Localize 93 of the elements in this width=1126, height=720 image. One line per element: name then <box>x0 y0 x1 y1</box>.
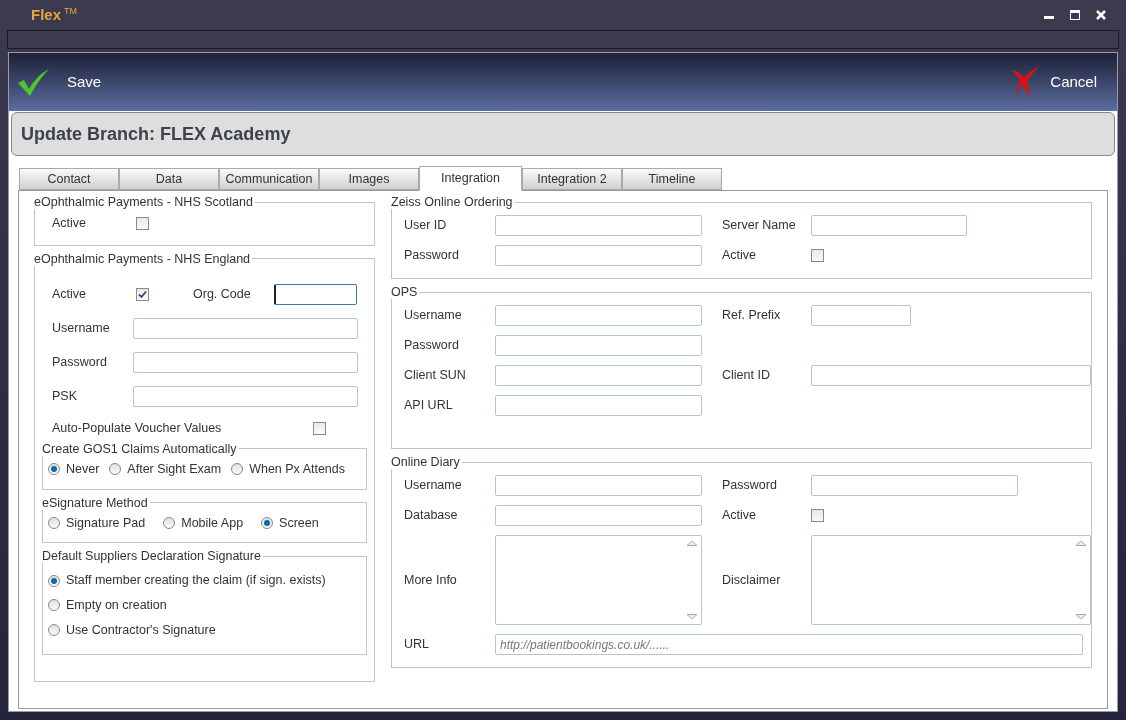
radio-button[interactable] <box>163 516 176 529</box>
scroll-down-icon[interactable] <box>1075 614 1087 620</box>
field-label: Password <box>404 337 460 355</box>
radio-button[interactable] <box>48 624 60 637</box>
text-field[interactable] <box>495 215 702 236</box>
radio-button[interactable] <box>231 463 244 476</box>
tab[interactable]: Contact <box>19 168 119 190</box>
page-title: Update Branch: FLEX Academy <box>21 122 291 146</box>
text-field[interactable] <box>495 305 702 326</box>
field-label: Password <box>52 354 108 372</box>
maximize-icon[interactable] <box>1070 10 1080 20</box>
group-title: Zeiss Online Ordering <box>391 195 514 209</box>
field-label: Auto-Populate Voucher Values <box>52 420 223 438</box>
field-label: URL <box>404 636 430 654</box>
group-title: Online Diary <box>391 455 461 469</box>
radio-label: Signature Pad <box>66 514 146 532</box>
checkbox[interactable] <box>811 249 824 262</box>
app-title: Flex <box>31 4 61 25</box>
checkbox[interactable] <box>313 422 326 436</box>
cancel-button[interactable]: Cancel <box>1010 66 1109 98</box>
text-field[interactable] <box>133 318 358 340</box>
radio-label: Empty on creation <box>66 597 167 614</box>
scroll-up-icon[interactable] <box>1075 540 1087 546</box>
radio-button[interactable] <box>48 516 60 529</box>
scroll-up-icon[interactable] <box>686 540 698 546</box>
field-label: Username <box>404 477 463 495</box>
group-title: Default Suppliers Declaration Signature <box>42 549 262 564</box>
tab[interactable]: Images <box>319 168 419 190</box>
radio-button[interactable] <box>261 516 274 529</box>
text-field[interactable] <box>495 245 702 266</box>
tab[interactable]: Integration 2 <box>522 168 622 190</box>
radio-label: Use Contractor's Signature <box>66 621 216 639</box>
field-label: Database <box>404 507 459 525</box>
scroll-down-icon[interactable] <box>686 614 698 620</box>
text-field[interactable] <box>133 386 358 408</box>
field-label: Username <box>404 307 463 325</box>
checkbox[interactable] <box>136 216 149 230</box>
text-field[interactable] <box>495 505 702 526</box>
field-label: Active <box>722 247 758 265</box>
field-label: Client ID <box>722 367 771 385</box>
field-label: Username <box>52 320 111 338</box>
group-title: eOphthalmic Payments - NHS England <box>34 251 252 266</box>
field-label: Password <box>404 247 460 265</box>
field-label: Active <box>52 215 88 232</box>
text-field[interactable] <box>495 395 702 416</box>
field-label: More Info <box>404 571 458 589</box>
tab[interactable]: Timeline <box>622 168 722 190</box>
radio-label: After Sight Exam <box>127 460 222 478</box>
field-label: API URL <box>404 397 454 415</box>
field-label: Org. Code <box>193 286 252 304</box>
radio-label: Mobile App <box>181 514 244 532</box>
text-field[interactable] <box>133 352 358 374</box>
radio-label: When Px Attends <box>249 460 346 478</box>
group-title: OPS <box>391 285 419 299</box>
field-label: PSK <box>52 388 78 406</box>
tab[interactable]: Communication <box>219 168 319 190</box>
tab[interactable]: Integration <box>419 166 522 191</box>
text-field[interactable] <box>495 475 702 496</box>
tab[interactable]: Data <box>119 168 219 190</box>
radio-label: Staff member creating the claim (if sign. exists) <box>66 572 326 590</box>
text-field[interactable] <box>495 335 702 356</box>
field-label: Active <box>52 286 88 304</box>
trademark: TM <box>64 5 77 18</box>
radio-button[interactable] <box>109 463 122 476</box>
field-label: Server Name <box>722 217 797 235</box>
checkmark-icon <box>17 67 50 97</box>
radio-label: Never <box>66 460 100 478</box>
text-field[interactable]: http://patientbookings.co.uk/...... <box>495 634 1083 655</box>
text-field[interactable] <box>811 475 1018 496</box>
field-label: Client SUN <box>404 367 467 385</box>
close-icon[interactable] <box>1096 10 1106 20</box>
checkbox[interactable] <box>811 509 824 522</box>
text-field[interactable] <box>811 305 911 326</box>
radio-button[interactable] <box>48 463 60 476</box>
radio-button[interactable] <box>48 574 60 587</box>
radio-button[interactable] <box>48 599 60 612</box>
group-title: Create GOS1 Claims Automatically <box>42 441 238 456</box>
radio-label: Screen <box>279 514 319 532</box>
group-title: eSignature Method <box>42 495 149 510</box>
field-label: User ID <box>404 217 448 235</box>
field-label: Active <box>722 507 758 525</box>
text-field[interactable] <box>274 284 357 306</box>
field-label: Password <box>722 477 778 495</box>
text-field[interactable] <box>811 215 967 236</box>
group-title: eOphthalmic Payments - NHS Scotland <box>34 195 254 209</box>
text-area[interactable] <box>495 535 702 625</box>
text-area[interactable] <box>811 535 1091 625</box>
checkbox[interactable] <box>136 288 149 302</box>
field-label: Disclaimer <box>722 571 782 589</box>
save-button[interactable]: Save <box>17 67 102 97</box>
field-label: Ref. Prefix <box>722 307 782 325</box>
text-field[interactable] <box>495 365 702 386</box>
text-field[interactable] <box>811 365 1091 386</box>
